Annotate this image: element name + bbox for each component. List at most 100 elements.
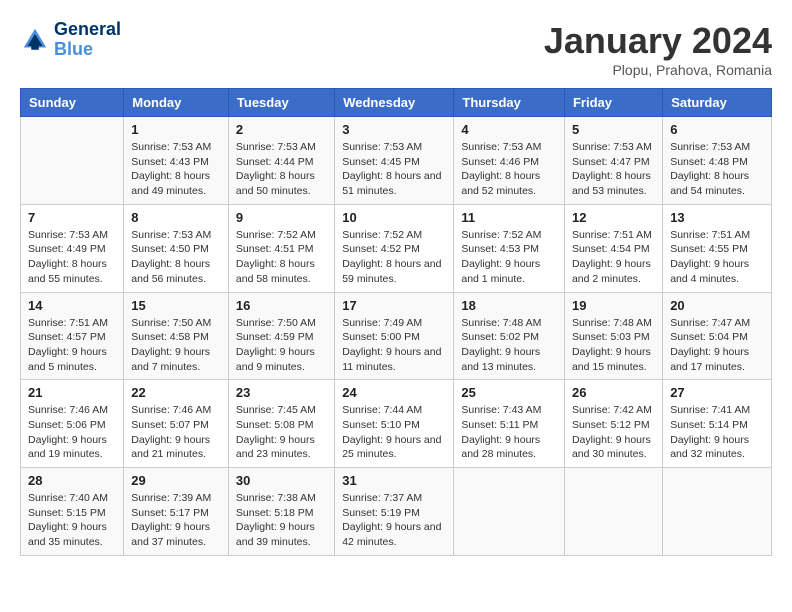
day-number: 13 (670, 210, 764, 225)
day-info: Sunrise: 7:50 AMSunset: 4:58 PMDaylight:… (131, 316, 221, 375)
calendar-cell: 25 Sunrise: 7:43 AMSunset: 5:11 PMDaylig… (454, 380, 565, 468)
day-number: 25 (461, 385, 557, 400)
day-info: Sunrise: 7:53 AMSunset: 4:47 PMDaylight:… (572, 140, 655, 199)
day-info: Sunrise: 7:51 AMSunset: 4:55 PMDaylight:… (670, 228, 764, 287)
calendar-cell: 10 Sunrise: 7:52 AMSunset: 4:52 PMDaylig… (335, 204, 454, 292)
calendar-cell: 9 Sunrise: 7:52 AMSunset: 4:51 PMDayligh… (228, 204, 334, 292)
calendar-cell: 15 Sunrise: 7:50 AMSunset: 4:58 PMDaylig… (124, 292, 229, 380)
title-section: January 2024 Plopu, Prahova, Romania (544, 20, 772, 78)
calendar-cell (564, 468, 662, 556)
day-info: Sunrise: 7:48 AMSunset: 5:03 PMDaylight:… (572, 316, 655, 375)
day-number: 10 (342, 210, 446, 225)
calendar-cell: 5 Sunrise: 7:53 AMSunset: 4:47 PMDayligh… (564, 117, 662, 205)
day-info: Sunrise: 7:52 AMSunset: 4:51 PMDaylight:… (236, 228, 327, 287)
day-info: Sunrise: 7:53 AMSunset: 4:44 PMDaylight:… (236, 140, 327, 199)
day-info: Sunrise: 7:41 AMSunset: 5:14 PMDaylight:… (670, 403, 764, 462)
col-thursday: Thursday (454, 89, 565, 117)
day-number: 1 (131, 122, 221, 137)
calendar-cell: 20 Sunrise: 7:47 AMSunset: 5:04 PMDaylig… (663, 292, 772, 380)
day-number: 23 (236, 385, 327, 400)
day-number: 28 (28, 473, 116, 488)
col-saturday: Saturday (663, 89, 772, 117)
day-info: Sunrise: 7:37 AMSunset: 5:19 PMDaylight:… (342, 491, 446, 550)
calendar-cell: 8 Sunrise: 7:53 AMSunset: 4:50 PMDayligh… (124, 204, 229, 292)
calendar-cell: 24 Sunrise: 7:44 AMSunset: 5:10 PMDaylig… (335, 380, 454, 468)
day-info: Sunrise: 7:38 AMSunset: 5:18 PMDaylight:… (236, 491, 327, 550)
calendar-cell: 16 Sunrise: 7:50 AMSunset: 4:59 PMDaylig… (228, 292, 334, 380)
calendar-table: Sunday Monday Tuesday Wednesday Thursday… (20, 88, 772, 556)
calendar-week-5: 28 Sunrise: 7:40 AMSunset: 5:15 PMDaylig… (21, 468, 772, 556)
calendar-cell (454, 468, 565, 556)
calendar-cell: 12 Sunrise: 7:51 AMSunset: 4:54 PMDaylig… (564, 204, 662, 292)
page-header: General Blue January 2024 Plopu, Prahova… (20, 20, 772, 78)
calendar-cell: 17 Sunrise: 7:49 AMSunset: 5:00 PMDaylig… (335, 292, 454, 380)
day-info: Sunrise: 7:44 AMSunset: 5:10 PMDaylight:… (342, 403, 446, 462)
calendar-cell: 18 Sunrise: 7:48 AMSunset: 5:02 PMDaylig… (454, 292, 565, 380)
day-info: Sunrise: 7:53 AMSunset: 4:49 PMDaylight:… (28, 228, 116, 287)
calendar-cell: 2 Sunrise: 7:53 AMSunset: 4:44 PMDayligh… (228, 117, 334, 205)
day-number: 30 (236, 473, 327, 488)
calendar-cell: 26 Sunrise: 7:42 AMSunset: 5:12 PMDaylig… (564, 380, 662, 468)
calendar-cell: 19 Sunrise: 7:48 AMSunset: 5:03 PMDaylig… (564, 292, 662, 380)
calendar-cell: 23 Sunrise: 7:45 AMSunset: 5:08 PMDaylig… (228, 380, 334, 468)
day-number: 2 (236, 122, 327, 137)
calendar-cell: 6 Sunrise: 7:53 AMSunset: 4:48 PMDayligh… (663, 117, 772, 205)
day-info: Sunrise: 7:53 AMSunset: 4:46 PMDaylight:… (461, 140, 557, 199)
calendar-week-1: 1 Sunrise: 7:53 AMSunset: 4:43 PMDayligh… (21, 117, 772, 205)
col-wednesday: Wednesday (335, 89, 454, 117)
day-info: Sunrise: 7:53 AMSunset: 4:43 PMDaylight:… (131, 140, 221, 199)
day-info: Sunrise: 7:53 AMSunset: 4:50 PMDaylight:… (131, 228, 221, 287)
day-number: 7 (28, 210, 116, 225)
calendar-cell: 11 Sunrise: 7:52 AMSunset: 4:53 PMDaylig… (454, 204, 565, 292)
calendar-week-3: 14 Sunrise: 7:51 AMSunset: 4:57 PMDaylig… (21, 292, 772, 380)
day-number: 20 (670, 298, 764, 313)
day-info: Sunrise: 7:53 AMSunset: 4:48 PMDaylight:… (670, 140, 764, 199)
day-number: 31 (342, 473, 446, 488)
day-info: Sunrise: 7:52 AMSunset: 4:53 PMDaylight:… (461, 228, 557, 287)
day-info: Sunrise: 7:51 AMSunset: 4:57 PMDaylight:… (28, 316, 116, 375)
day-number: 6 (670, 122, 764, 137)
day-number: 11 (461, 210, 557, 225)
col-tuesday: Tuesday (228, 89, 334, 117)
day-info: Sunrise: 7:48 AMSunset: 5:02 PMDaylight:… (461, 316, 557, 375)
day-info: Sunrise: 7:40 AMSunset: 5:15 PMDaylight:… (28, 491, 116, 550)
logo-blue: Blue (54, 39, 93, 59)
calendar-cell: 3 Sunrise: 7:53 AMSunset: 4:45 PMDayligh… (335, 117, 454, 205)
calendar-cell: 31 Sunrise: 7:37 AMSunset: 5:19 PMDaylig… (335, 468, 454, 556)
calendar-header-row: Sunday Monday Tuesday Wednesday Thursday… (21, 89, 772, 117)
calendar-cell (21, 117, 124, 205)
calendar-week-4: 21 Sunrise: 7:46 AMSunset: 5:06 PMDaylig… (21, 380, 772, 468)
day-number: 3 (342, 122, 446, 137)
day-number: 14 (28, 298, 116, 313)
day-number: 16 (236, 298, 327, 313)
day-number: 22 (131, 385, 221, 400)
day-info: Sunrise: 7:42 AMSunset: 5:12 PMDaylight:… (572, 403, 655, 462)
day-number: 18 (461, 298, 557, 313)
calendar-cell (663, 468, 772, 556)
day-number: 5 (572, 122, 655, 137)
calendar-week-2: 7 Sunrise: 7:53 AMSunset: 4:49 PMDayligh… (21, 204, 772, 292)
month-title: January 2024 (544, 20, 772, 62)
logo-general: General (54, 20, 121, 40)
day-info: Sunrise: 7:46 AMSunset: 5:06 PMDaylight:… (28, 403, 116, 462)
calendar-cell: 22 Sunrise: 7:46 AMSunset: 5:07 PMDaylig… (124, 380, 229, 468)
day-info: Sunrise: 7:53 AMSunset: 4:45 PMDaylight:… (342, 140, 446, 199)
day-number: 12 (572, 210, 655, 225)
day-number: 8 (131, 210, 221, 225)
calendar-cell: 4 Sunrise: 7:53 AMSunset: 4:46 PMDayligh… (454, 117, 565, 205)
calendar-cell: 28 Sunrise: 7:40 AMSunset: 5:15 PMDaylig… (21, 468, 124, 556)
calendar-cell: 14 Sunrise: 7:51 AMSunset: 4:57 PMDaylig… (21, 292, 124, 380)
day-number: 19 (572, 298, 655, 313)
col-sunday: Sunday (21, 89, 124, 117)
day-number: 17 (342, 298, 446, 313)
col-friday: Friday (564, 89, 662, 117)
calendar-cell: 29 Sunrise: 7:39 AMSunset: 5:17 PMDaylig… (124, 468, 229, 556)
day-info: Sunrise: 7:49 AMSunset: 5:00 PMDaylight:… (342, 316, 446, 375)
day-info: Sunrise: 7:47 AMSunset: 5:04 PMDaylight:… (670, 316, 764, 375)
location: Plopu, Prahova, Romania (544, 62, 772, 78)
calendar-cell: 21 Sunrise: 7:46 AMSunset: 5:06 PMDaylig… (21, 380, 124, 468)
calendar-cell: 7 Sunrise: 7:53 AMSunset: 4:49 PMDayligh… (21, 204, 124, 292)
calendar-cell: 27 Sunrise: 7:41 AMSunset: 5:14 PMDaylig… (663, 380, 772, 468)
day-number: 4 (461, 122, 557, 137)
day-info: Sunrise: 7:46 AMSunset: 5:07 PMDaylight:… (131, 403, 221, 462)
